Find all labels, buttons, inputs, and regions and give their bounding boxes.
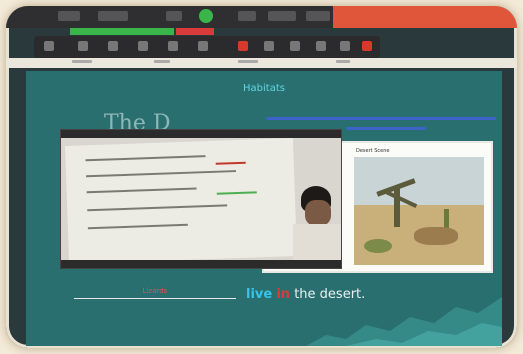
slide-subtext bbox=[266, 117, 496, 120]
draw-tool-icon[interactable] bbox=[138, 41, 148, 51]
format-color-icon[interactable] bbox=[238, 41, 248, 51]
desert-scene-image bbox=[354, 157, 484, 265]
webcam-video-window[interactable] bbox=[60, 129, 342, 269]
mouse-tool-icon[interactable] bbox=[44, 41, 54, 51]
ribbon-labels bbox=[6, 58, 517, 68]
record-icon[interactable] bbox=[199, 9, 213, 23]
spotlight-tool-icon[interactable] bbox=[198, 41, 208, 51]
toolbar-item[interactable] bbox=[268, 11, 296, 21]
close-icon[interactable] bbox=[362, 41, 372, 51]
ribbon-group-label bbox=[336, 60, 350, 63]
ribbon-group-label bbox=[154, 60, 170, 63]
meeting-toolbar bbox=[6, 6, 517, 28]
decorative-wave bbox=[306, 297, 502, 346]
rock bbox=[414, 227, 458, 245]
screenshot-frame: Habitats The D Desert Scene Lizards live… bbox=[6, 6, 517, 348]
presentation-slide: Habitats The D Desert Scene Lizards live… bbox=[26, 71, 502, 346]
toolbar-item[interactable] bbox=[98, 11, 128, 21]
handwriting bbox=[87, 223, 188, 230]
word-in: in bbox=[276, 287, 291, 302]
webcam-feed bbox=[61, 138, 341, 268]
handwriting bbox=[215, 161, 246, 165]
held-paper bbox=[65, 138, 297, 264]
redo-icon[interactable] bbox=[290, 41, 300, 51]
video-title-bar[interactable] bbox=[61, 130, 341, 138]
toolbar-item[interactable] bbox=[306, 11, 330, 21]
picture-caption: Desert Scene bbox=[356, 148, 390, 154]
toolbar-item[interactable] bbox=[238, 11, 256, 21]
fill-blank-answer: Lizards bbox=[142, 287, 168, 295]
text-tool-icon[interactable] bbox=[108, 41, 118, 51]
ribbon-group-label bbox=[238, 60, 258, 63]
annotation-toolbar bbox=[34, 36, 380, 58]
handwriting bbox=[87, 204, 228, 212]
toolbar-item[interactable] bbox=[58, 11, 80, 21]
stop-share-indicator[interactable] bbox=[176, 28, 214, 35]
handwriting bbox=[86, 187, 197, 194]
slide-title: Habitats bbox=[243, 83, 285, 94]
shrub bbox=[364, 239, 392, 253]
slide-subtext bbox=[346, 127, 426, 130]
handwriting bbox=[216, 191, 257, 195]
ribbon-group-label bbox=[72, 60, 92, 63]
handwriting bbox=[86, 170, 237, 178]
save-icon[interactable] bbox=[340, 41, 350, 51]
word-live: live bbox=[246, 287, 273, 302]
fill-blank-line bbox=[74, 298, 236, 299]
stamp-tool-icon[interactable] bbox=[168, 41, 178, 51]
toolbar-item[interactable] bbox=[166, 11, 182, 21]
clear-icon[interactable] bbox=[316, 41, 326, 51]
video-footer bbox=[61, 260, 341, 268]
select-tool-icon[interactable] bbox=[78, 41, 88, 51]
undo-icon[interactable] bbox=[264, 41, 274, 51]
person-face bbox=[305, 200, 331, 226]
sky bbox=[354, 157, 484, 205]
recording-indicator bbox=[70, 28, 174, 35]
handwriting bbox=[85, 155, 206, 162]
